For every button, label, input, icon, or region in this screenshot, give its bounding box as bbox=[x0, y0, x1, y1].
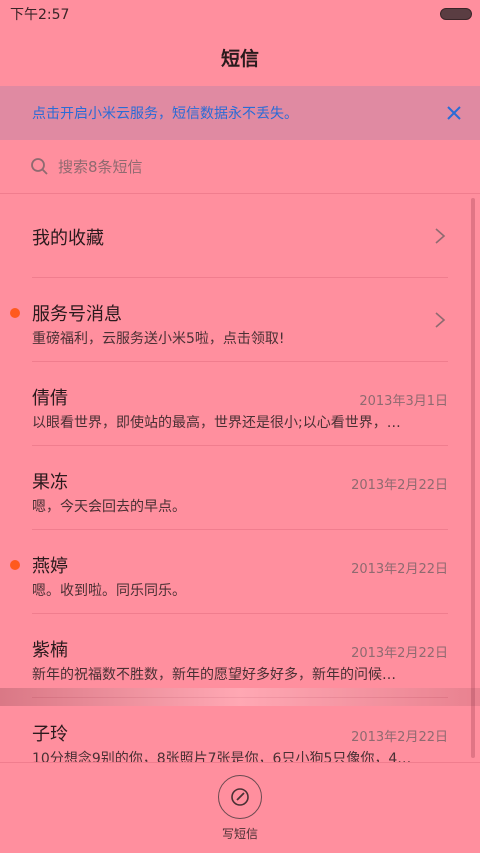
message-snippet: 以眼看世界，即使站的最高，世界还是很小;以心看世界，… bbox=[32, 415, 401, 431]
contact-name: 服务号消息 bbox=[32, 304, 122, 325]
contact-name: 倩倩 bbox=[32, 388, 68, 409]
message-date: 2013年2月22日 bbox=[351, 562, 448, 577]
message-date: 2013年3月1日 bbox=[359, 394, 448, 409]
message-snippet: 新年的祝福数不胜数，新年的愿望好多好多，新年的问候… bbox=[32, 667, 396, 683]
contact-name: 燕婷 bbox=[32, 556, 68, 577]
favorites-row[interactable]: 我的收藏 bbox=[32, 194, 448, 278]
list-item[interactable]: 紫楠 2013年2月22日 新年的祝福数不胜数，新年的愿望好多好多，新年的问候… bbox=[32, 614, 448, 698]
close-icon[interactable] bbox=[444, 103, 464, 123]
page-title: 短信 bbox=[220, 47, 259, 70]
search-input[interactable] bbox=[58, 157, 438, 176]
battery-icon bbox=[440, 8, 472, 20]
contact-name: 紫楠 bbox=[32, 640, 68, 661]
message-snippet: 嗯，今天会回去的早点。 bbox=[32, 499, 186, 515]
message-date: 2013年2月22日 bbox=[351, 730, 448, 745]
unread-dot bbox=[10, 308, 20, 318]
message-date: 2013年2月22日 bbox=[351, 478, 448, 493]
list-item[interactable]: 服务号消息 重磅福利，云服务送小米5啦，点击领取! bbox=[10, 278, 448, 362]
list-item[interactable]: 燕婷 2013年2月22日 嗯。收到啦。同乐同乐。 bbox=[10, 530, 448, 614]
compose-icon bbox=[231, 787, 249, 806]
contact-name: 子玲 bbox=[32, 724, 68, 745]
conversation-list[interactable]: 我的收藏 服务号消息 重磅福利，云服务送小米5啦，点击领取! 倩倩 2013年3… bbox=[0, 194, 480, 762]
message-snippet: 重磅福利，云服务送小米5啦，点击领取! bbox=[32, 331, 285, 347]
search-icon bbox=[30, 157, 50, 177]
status-time: 下午2:57 bbox=[10, 7, 70, 23]
contact-name: 果冻 bbox=[32, 472, 68, 493]
list-item[interactable]: 果冻 2013年2月22日 嗯，今天会回去的早点。 bbox=[32, 446, 448, 530]
chevron-right-icon bbox=[435, 228, 446, 244]
banner-text[interactable]: 点击开启小米云服务，短信数据永不丢失。 bbox=[32, 103, 298, 123]
cloud-service-banner[interactable]: 点击开启小米云服务，短信数据永不丢失。 bbox=[0, 86, 480, 140]
scrollbar[interactable] bbox=[471, 198, 475, 758]
list-item[interactable]: 倩倩 2013年3月1日 以眼看世界，即使站的最高，世界还是很小;以心看世界，… bbox=[32, 362, 448, 446]
list-item[interactable]: 子玲 2013年2月22日 10分想念9别的你，8张照片7张是你，6只小狗5只像… bbox=[32, 698, 448, 762]
bottom-bar: 写短信 bbox=[0, 762, 480, 853]
compose-label[interactable]: 写短信 bbox=[222, 825, 258, 842]
search-bar[interactable] bbox=[0, 140, 480, 194]
status-bar: 下午2:57 bbox=[0, 0, 480, 28]
favorites-title: 我的收藏 bbox=[32, 228, 104, 249]
chevron-right-icon bbox=[435, 312, 446, 328]
unread-dot bbox=[10, 560, 20, 570]
app-header: 短信 bbox=[0, 28, 480, 86]
message-snippet: 嗯。收到啦。同乐同乐。 bbox=[32, 583, 186, 599]
message-date: 2013年2月22日 bbox=[351, 646, 448, 661]
message-snippet: 10分想念9别的你，8张照片7张是你，6只小狗5只像你，4… bbox=[32, 751, 412, 762]
compose-button[interactable] bbox=[218, 774, 262, 819]
